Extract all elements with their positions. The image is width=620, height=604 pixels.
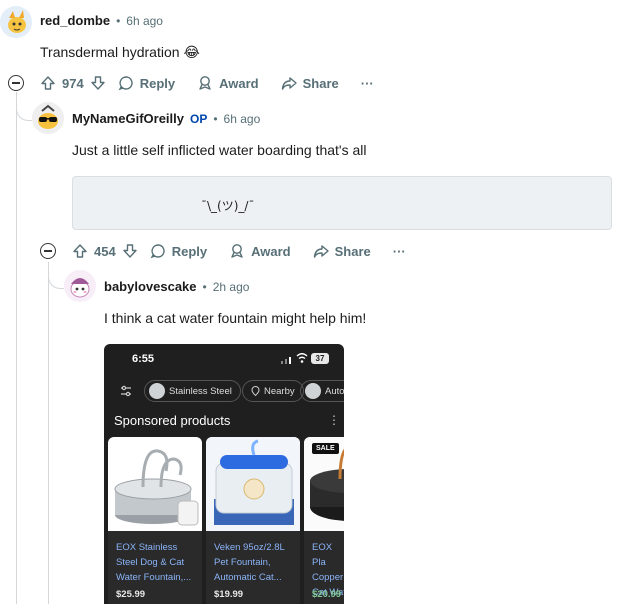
comment-author[interactable]: MyNameGifOreilly [72,111,184,126]
sponsored-products-heading: Sponsored products [114,413,231,428]
filter-chip-nearby[interactable]: Nearby [242,380,304,402]
avatar[interactable] [0,6,32,38]
comment-actions: 454 Reply Award Share ··· [72,239,428,263]
thread-line-2[interactable] [48,262,49,604]
product-image [206,437,300,531]
chip-thumbnail [305,383,321,399]
award-icon [231,244,243,258]
filter-chip-stainless-steel[interactable]: Stainless Steel [144,380,241,402]
product-card[interactable]: EOX Stainless Steel Dog & Cat Water Foun… [108,437,202,604]
comment-timestamp[interactable]: 6h ago [126,14,163,28]
product-card[interactable]: SALE EOX Pla Copper Cat Wat $20.99 [304,437,344,604]
reply-button[interactable]: Reply [150,243,207,259]
award-label: Award [219,75,259,91]
filter-chip-auto[interactable]: Auto [300,380,344,402]
avatar[interactable] [64,270,96,302]
comment-timestamp[interactable]: 2h ago [213,280,250,294]
award-icon [199,76,211,90]
product-card[interactable]: Veken 95oz/2.8L Pet Fountain, Automatic … [206,437,300,604]
award-label: Award [251,243,291,259]
product-image [108,437,202,531]
share-button[interactable]: Share [313,243,371,259]
share-icon [313,245,329,258]
reply-label: Reply [171,243,208,259]
comment-body: I think a cat water fountain might help … [104,310,367,326]
comment-actions: 974 Reply Award Share ··· [40,71,396,95]
snoo-pink-avatar-icon [64,270,96,302]
chip-thumbnail [149,383,165,399]
upvote-icon[interactable] [40,75,56,91]
sale-badge: SALE [312,443,339,454]
thread-elbow-1 [16,92,32,121]
thread-line-1[interactable] [16,92,17,604]
chip-label: Auto [325,385,344,397]
collapse-thread-button[interactable] [8,75,24,91]
collapse-thread-button[interactable] [40,243,56,259]
product-name: Veken 95oz/2.8L Pet Fountain, Automatic … [214,542,285,583]
laughing-emoji: 😂 [183,45,200,61]
reply-icon [118,76,133,91]
product-price: $20.99 [312,589,342,600]
location-pin-icon [251,386,260,396]
wifi-icon [296,353,308,363]
award-button[interactable]: Award [197,75,259,91]
comment-timestamp[interactable]: 6h ago [224,112,261,126]
snoo-sunglasses-avatar-icon [32,102,64,134]
share-icon [281,77,297,90]
reply-button[interactable]: Reply [118,75,175,91]
more-options-icon: ··· [360,75,374,91]
vote-score: 454 [94,243,116,259]
more-options-icon: ··· [392,243,406,259]
share-button[interactable]: Share [281,75,339,91]
battery-icon: 37 [311,353,329,364]
upvote-icon[interactable] [72,243,88,259]
product-price: $19.99 [214,589,244,600]
code-block: ¯\_(ツ)_/¯ [72,176,612,230]
share-label: Share [334,243,371,259]
meta-separator: • [213,111,218,126]
filter-icon[interactable] [118,383,134,399]
snoo-avatar-icon [0,6,32,38]
thread-elbow-2 [48,262,64,289]
reply-icon [150,244,165,259]
meta-separator: • [202,279,207,294]
reply-label: Reply [139,75,176,91]
product-name: EOX Stainless Steel Dog & Cat Water Foun… [116,542,192,583]
op-badge: OP [190,111,208,126]
attached-screenshot-image[interactable]: 6:55 37 Stainless Steel Nearby Auto Spon… [104,344,344,604]
vote-score: 974 [62,75,84,91]
meta-separator: • [116,13,121,28]
phone-clock: 6:55 [132,353,155,365]
downvote-icon[interactable] [90,75,106,91]
more-options-button[interactable]: ··· [361,76,374,91]
comment-author[interactable]: babylovescake [104,279,197,294]
comment-body: Just a little self inflicted water board… [72,142,367,158]
more-options-button[interactable]: ··· [393,244,406,259]
downvote-icon[interactable] [122,243,138,259]
avatar[interactable] [32,102,64,134]
more-vert-icon[interactable]: ⋮ [328,413,340,427]
code-block-text: ¯\_(ツ)_/¯ [201,199,255,213]
comment-body: Transdermal hydration [40,44,180,60]
chip-label: Nearby [264,385,295,397]
award-button[interactable]: Award [229,243,291,259]
product-price: $25.99 [116,589,146,600]
chip-label: Stainless Steel [169,385,232,397]
share-label: Share [302,75,339,91]
comment-author[interactable]: red_dombe [40,13,110,28]
steel-fountain-image [114,449,199,526]
plastic-fountain-image [206,437,300,531]
